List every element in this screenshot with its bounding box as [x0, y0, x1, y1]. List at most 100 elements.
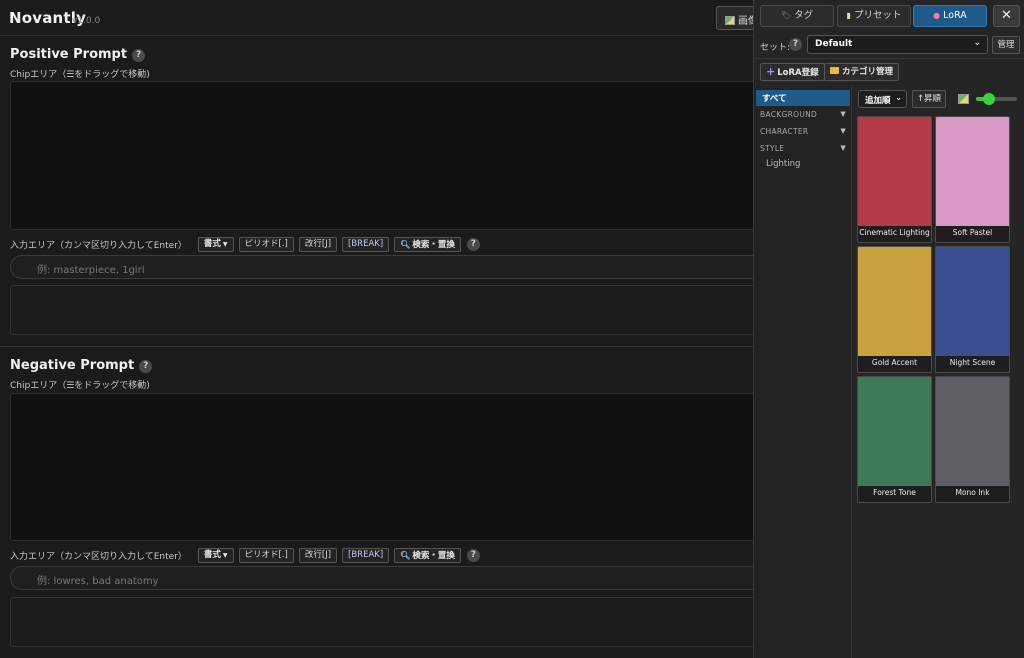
section-divider	[0, 346, 760, 347]
caret-down-icon: ▼	[222, 240, 228, 248]
negative-chip-area[interactable]	[10, 393, 770, 541]
break-button[interactable]: [BREAK]	[342, 236, 390, 252]
set-label: セット:	[760, 43, 791, 53]
category-group-label: CHARACTER	[760, 127, 809, 136]
category-group-background[interactable]: BACKGROUND ▼	[760, 110, 846, 119]
app-version: v1.0.0	[72, 16, 101, 26]
format-button-label: 書式	[203, 549, 221, 560]
lora-card-label: Soft Pastel	[952, 228, 993, 237]
negative-input-label: 入力エリア（カンマ区切り入力してEnter）	[10, 551, 187, 562]
negative-input-toolbar: 入力エリア（カンマ区切り入力してEnter） 書式 ▼ ピリオド[.] 改行[J]…	[10, 547, 480, 563]
positive-input-field[interactable]: 例: masterpiece, 1girl	[10, 255, 770, 279]
caret-down-icon: ▼	[222, 551, 228, 559]
sort-order-button[interactable]: ↑昇順	[912, 90, 946, 108]
search-replace-button[interactable]: 🔍︎ 検索・置換	[394, 547, 461, 563]
tab-presets[interactable]: ▮ プリセット	[837, 5, 911, 27]
lora-card[interactable]: Night Scene	[935, 246, 1010, 373]
panel-divider	[754, 58, 1024, 59]
positive-input-label: 入力エリア（カンマ区切り入力してEnter）	[10, 240, 187, 251]
lora-card-thumbnail	[858, 247, 931, 356]
lora-card-thumbnail	[858, 117, 931, 226]
category-group-label: BACKGROUND	[760, 110, 818, 119]
format-button[interactable]: 書式 ▼	[197, 547, 234, 563]
lora-card[interactable]: Gold Accent	[857, 246, 932, 373]
category-item-lighting[interactable]: Lighting	[766, 159, 800, 169]
break-button[interactable]: [BREAK]	[342, 547, 390, 563]
format-button-label: 書式	[203, 238, 221, 249]
slider-knob[interactable]	[983, 93, 995, 105]
search-replace-label: 検索・置換	[412, 239, 455, 250]
set-select-value: Default	[815, 39, 853, 49]
newline-button[interactable]: 改行[J]	[298, 236, 338, 252]
tag-icon: 🏷︎	[780, 11, 792, 20]
positive-placeholder: 例: masterpiece, 1girl	[37, 265, 145, 276]
negative-input-field[interactable]: 例: lowres, bad anatomy	[10, 566, 770, 590]
period-button[interactable]: ピリオド[.]	[238, 236, 294, 252]
category-group-character[interactable]: CHARACTER ▼	[760, 127, 846, 136]
tab-presets-label: プリセット	[853, 10, 902, 21]
positive-text-area[interactable]	[10, 285, 770, 335]
search-replace-button[interactable]: 🔍︎ 検索・置換	[394, 236, 461, 252]
negative-placeholder: 例: lowres, bad anatomy	[37, 576, 159, 587]
help-icon[interactable]: ?	[466, 548, 480, 562]
folder-icon	[830, 67, 839, 74]
positive-chip-area[interactable]	[10, 81, 770, 230]
triangle-down-icon: ▼	[840, 110, 846, 118]
negative-chip-label: Chipエリア（☰をドラッグで移動)	[10, 381, 150, 391]
plus-icon: +	[766, 65, 776, 78]
tab-lora[interactable]: ● LoRA	[913, 5, 987, 27]
chevron-down-icon: ⌄	[895, 93, 902, 102]
tab-tags[interactable]: 🏷︎ タグ	[760, 5, 834, 27]
lora-card-thumbnail	[936, 117, 1009, 226]
period-button[interactable]: ピリオド[.]	[238, 547, 294, 563]
lora-card-label: Mono Ink	[955, 488, 990, 497]
negative-prompt-title-text: Negative Prompt	[10, 358, 135, 373]
negative-text-area[interactable]	[10, 597, 770, 647]
lora-card-thumbnail	[936, 247, 1009, 356]
lora-card[interactable]: Cinematic Lighting	[857, 116, 932, 243]
search-replace-label: 検索・置換	[412, 550, 455, 561]
thumbnail-size-slider[interactable]	[976, 93, 1017, 105]
help-icon[interactable]: ?	[132, 49, 146, 62]
tab-tags-label: タグ	[794, 10, 814, 21]
lora-card-label: Forest Tone	[873, 488, 916, 497]
set-select[interactable]: Default ⌄	[807, 35, 988, 54]
lora-card-thumbnail	[858, 377, 931, 486]
search-icon: 🔍︎	[400, 239, 411, 249]
tab-lora-label: LoRA	[943, 10, 967, 21]
help-icon[interactable]: ?	[789, 38, 802, 51]
lora-card-label: Night Scene	[949, 358, 996, 367]
lora-card[interactable]: Soft Pastel	[935, 116, 1010, 243]
lora-card[interactable]: Forest Tone	[857, 376, 932, 503]
help-icon[interactable]: ?	[139, 360, 153, 373]
sort-select[interactable]: 追加順 ⌄	[858, 90, 907, 108]
format-button[interactable]: 書式 ▼	[197, 236, 234, 252]
sort-select-value: 追加順	[865, 96, 891, 106]
chevron-down-icon: ⌄	[973, 38, 981, 48]
positive-chip-label: Chipエリア（☰をドラッグで移動)	[10, 70, 150, 80]
search-icon: 🔍︎	[400, 550, 411, 560]
category-manage-label: カテゴリ管理	[842, 67, 894, 77]
category-group-label: STYLE	[760, 144, 785, 153]
image-icon	[725, 16, 735, 25]
positive-prompt-title: Positive Prompt?	[10, 47, 146, 62]
triangle-down-icon: ▼	[840, 127, 846, 135]
clipboard-icon: ▮	[846, 11, 851, 20]
triangle-down-icon: ▼	[840, 144, 846, 152]
help-icon[interactable]: ?	[466, 237, 480, 251]
manage-button[interactable]: 管理	[992, 36, 1020, 54]
lora-card-label: Gold Accent	[871, 358, 918, 367]
lora-card-thumbnail	[936, 377, 1009, 486]
lora-card[interactable]: Mono Ink	[935, 376, 1010, 503]
image-icon	[958, 94, 969, 104]
lora-card-label: Cinematic Lighting	[859, 228, 930, 237]
close-panel-button[interactable]: ✕	[993, 5, 1020, 27]
category-manage-button[interactable]: カテゴリ管理	[824, 63, 900, 81]
category-list: すべて BACKGROUND ▼ CHARACTER ▼ STYLE ▼ Lighti…	[754, 86, 852, 658]
positive-input-toolbar: 入力エリア（カンマ区切り入力してEnter） 書式 ▼ ピリオド[.] 改行[J]…	[10, 236, 480, 252]
lora-panel: 🏷︎ タグ ▮ プリセット ● LoRA ✕ セット: ? Default ⌄ 管理 +…	[753, 0, 1024, 658]
lora-register-button[interactable]: + LoRA登録	[760, 63, 825, 81]
newline-button[interactable]: 改行[J]	[298, 547, 338, 563]
category-group-style[interactable]: STYLE ▼	[760, 144, 846, 153]
category-all[interactable]: すべて	[756, 90, 850, 106]
